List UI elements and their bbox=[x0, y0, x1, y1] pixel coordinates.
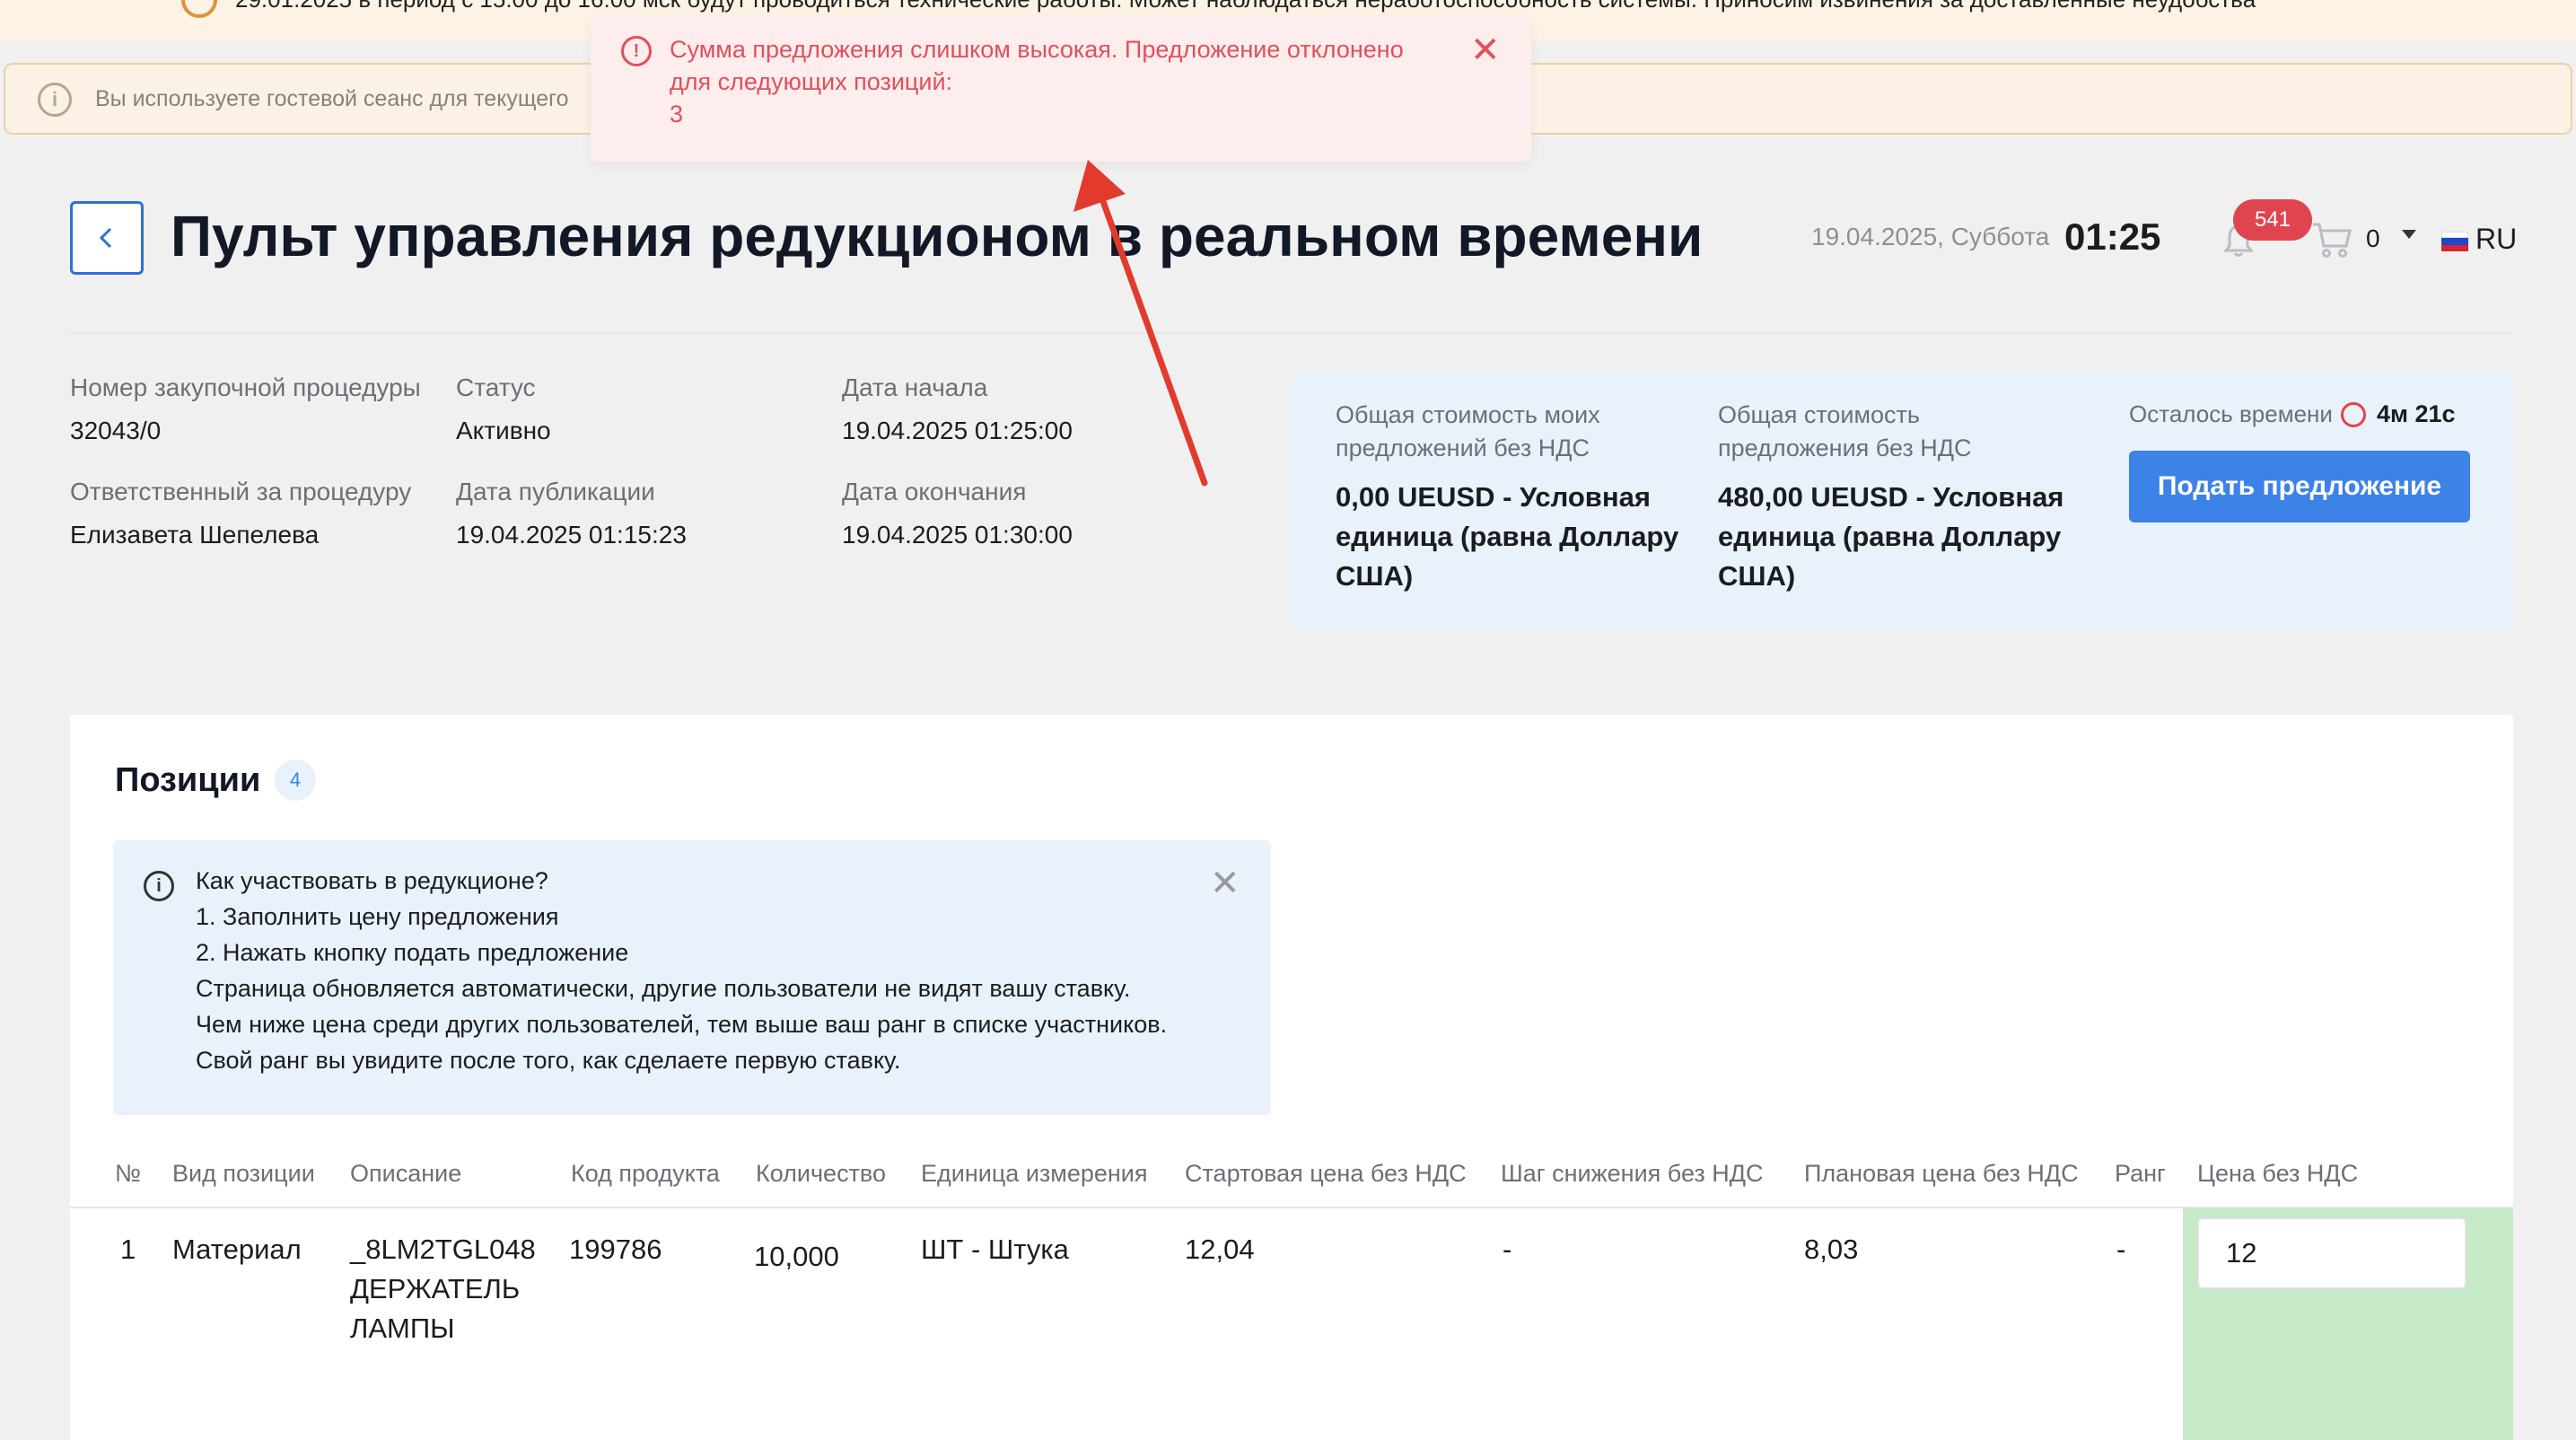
annotation-arrow bbox=[1073, 160, 1208, 487]
